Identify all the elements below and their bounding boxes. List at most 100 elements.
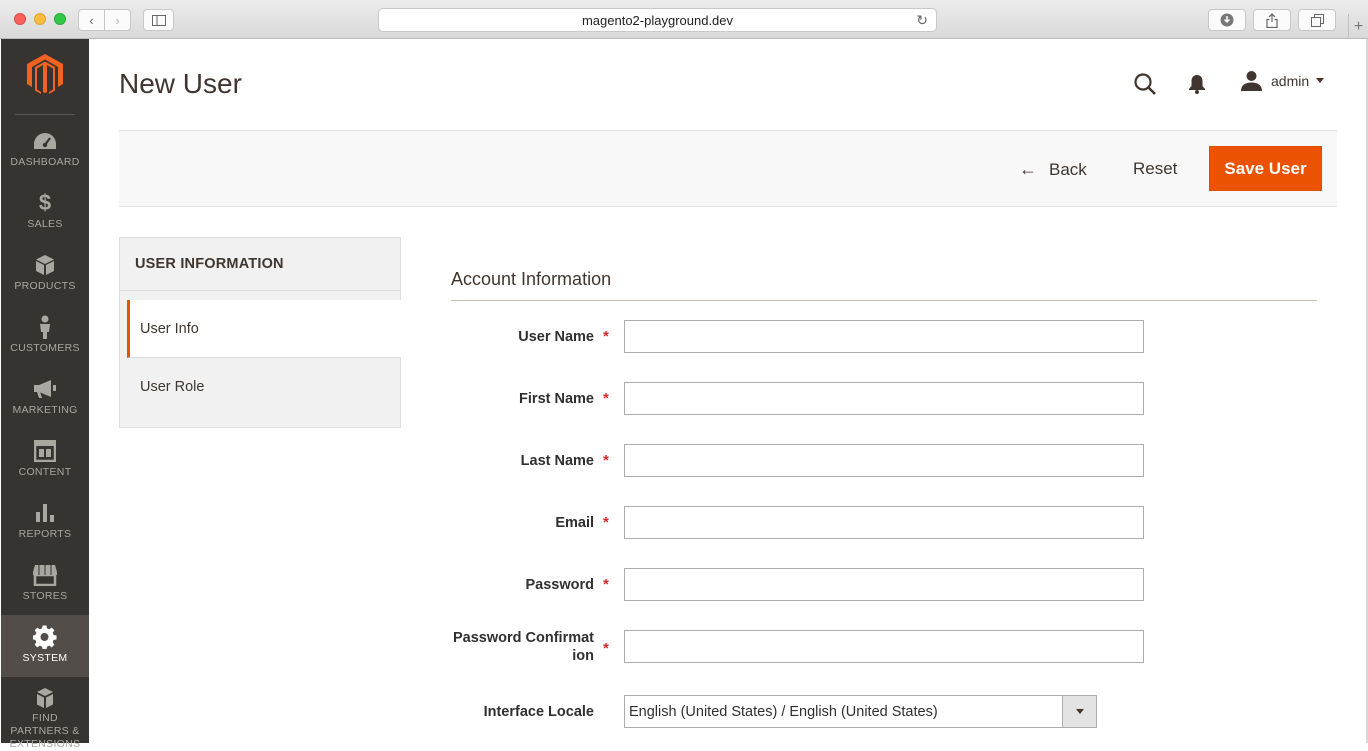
back-button[interactable]: ← Back xyxy=(1019,159,1087,180)
tabs-title: USER INFORMATION xyxy=(135,256,284,272)
field-interface-locale: Interface Locale English (United States)… xyxy=(451,695,1151,729)
nav-content[interactable]: CONTENT xyxy=(1,429,89,491)
required-mark: * xyxy=(603,328,609,345)
nav-customers[interactable]: CUSTOMERS xyxy=(1,305,89,367)
field-label: First Name xyxy=(519,391,594,407)
nav-sales[interactable]: $ SALES xyxy=(1,181,89,243)
minimize-window-button[interactable] xyxy=(34,13,46,25)
nav-label: SYSTEM xyxy=(22,652,68,664)
field-email: Email * xyxy=(451,506,1151,540)
nav-label: PRODUCTS xyxy=(14,280,76,292)
arrow-left-icon: ← xyxy=(1019,159,1037,179)
dollar-icon: $ xyxy=(38,190,52,215)
chevron-left-icon: ‹ xyxy=(89,12,94,28)
nav-dashboard[interactable]: DASHBOARD xyxy=(1,119,89,181)
caret-down-icon xyxy=(1075,709,1084,714)
sidebar-icon xyxy=(151,14,166,26)
user-name-input[interactable] xyxy=(624,320,1144,353)
back-label: Back xyxy=(1049,159,1087,179)
section-title: Account Information xyxy=(451,269,612,289)
field-label: Password xyxy=(525,577,595,593)
blocks-icon xyxy=(37,688,53,708)
bell-icon[interactable] xyxy=(1187,73,1207,95)
page-actions-bar: ← Back Reset Save User xyxy=(119,130,1337,207)
nav-label: REPORTS xyxy=(18,528,72,540)
dashboard-icon xyxy=(34,133,56,149)
tabs-icon xyxy=(1310,13,1324,27)
locale-selected-value: English (United States) / English (Unite… xyxy=(629,703,938,720)
field-label: Email xyxy=(555,515,594,531)
zoom-window-button[interactable] xyxy=(54,13,66,25)
address-bar[interactable]: magento2-playground.dev ↻ xyxy=(378,8,937,32)
field-label: User Name xyxy=(518,329,594,345)
user-information-tabs: USER INFORMATION User Info User Role xyxy=(119,237,401,428)
download-icon xyxy=(1220,13,1234,27)
nav-label: DASHBOARD xyxy=(10,156,80,168)
sidebar-toggle-button[interactable] xyxy=(143,9,174,31)
share-icon xyxy=(1266,12,1278,28)
nav-system[interactable]: SYSTEM xyxy=(1,615,89,677)
reload-icon[interactable]: ↻ xyxy=(916,12,928,29)
nav-find-partners[interactable]: FIND PARTNERS & EXTENSIONS xyxy=(1,677,89,750)
user-icon xyxy=(1241,71,1262,91)
megaphone-icon xyxy=(34,380,56,398)
nav-reports[interactable]: REPORTS xyxy=(1,491,89,553)
search-icon[interactable] xyxy=(1133,72,1157,96)
back-nav-button[interactable]: ‹ xyxy=(78,9,105,31)
section-divider xyxy=(451,300,1317,301)
caret-down-icon xyxy=(1316,78,1325,83)
forward-nav-button[interactable]: › xyxy=(104,9,131,31)
required-mark: * xyxy=(603,576,609,593)
email-input[interactable] xyxy=(624,506,1144,539)
tab-user-info[interactable]: User Info xyxy=(127,300,401,358)
interface-locale-select[interactable]: English (United States) / English (Unite… xyxy=(624,695,1097,728)
box-icon xyxy=(36,255,54,275)
select-toggle[interactable] xyxy=(1062,696,1096,727)
bar-chart-icon xyxy=(36,504,54,522)
required-mark: * xyxy=(603,452,609,469)
user-menu[interactable]: admin xyxy=(1241,70,1325,91)
logo-divider xyxy=(15,114,75,115)
new-tab-button[interactable]: + xyxy=(1348,14,1368,39)
nav-label: CONTENT xyxy=(18,466,72,478)
last-name-input[interactable] xyxy=(624,444,1144,477)
reset-button[interactable]: Reset xyxy=(1133,159,1177,179)
nav-label: SALES xyxy=(27,218,63,230)
field-label: Last Name xyxy=(520,453,594,469)
nav-label: MARKETING xyxy=(12,404,78,416)
tab-user-role[interactable]: User Role xyxy=(127,358,401,416)
required-mark: * xyxy=(603,390,609,407)
nav-label: STORES xyxy=(22,590,68,602)
password-confirmation-input[interactable] xyxy=(624,630,1144,663)
nav-stores[interactable]: STORES xyxy=(1,553,89,615)
field-password: Password * xyxy=(451,568,1151,602)
field-password-confirmation: Password Confirmation * xyxy=(451,630,1151,664)
magento-logo-icon[interactable] xyxy=(27,54,63,94)
save-user-button[interactable]: Save User xyxy=(1209,146,1322,191)
field-label: Password Confirmation xyxy=(453,630,594,664)
nav-marketing[interactable]: MARKETING xyxy=(1,367,89,429)
close-window-button[interactable] xyxy=(14,13,26,25)
tabs-divider xyxy=(120,290,400,291)
downloads-button[interactable] xyxy=(1208,9,1246,31)
layout-icon xyxy=(34,440,56,462)
field-last-name: Last Name * xyxy=(451,444,1151,478)
url-text: magento2-playground.dev xyxy=(581,12,734,28)
tabs-overview-button[interactable] xyxy=(1298,9,1336,31)
user-name: admin xyxy=(1271,72,1310,89)
nav-products[interactable]: PRODUCTS xyxy=(1,243,89,305)
storefront-icon xyxy=(33,565,57,586)
first-name-input[interactable] xyxy=(624,382,1144,415)
gear-icon xyxy=(33,625,57,649)
nav-label: CUSTOMERS xyxy=(10,342,80,354)
share-button[interactable] xyxy=(1253,9,1291,31)
person-icon xyxy=(40,315,50,339)
page-title: New User xyxy=(119,68,242,99)
nav-label: FIND PARTNERS & EXTENSIONS xyxy=(9,712,81,750)
chevron-right-icon: › xyxy=(115,12,120,28)
browser-toolbar: ‹ › magento2-playground.dev ↻ + xyxy=(0,0,1368,39)
password-input[interactable] xyxy=(624,568,1144,601)
required-mark: * xyxy=(603,514,609,531)
field-first-name: First Name * xyxy=(451,382,1151,416)
admin-sidebar: DASHBOARD $ SALES PRODUCTS CUSTOMERS MAR… xyxy=(1,39,89,750)
